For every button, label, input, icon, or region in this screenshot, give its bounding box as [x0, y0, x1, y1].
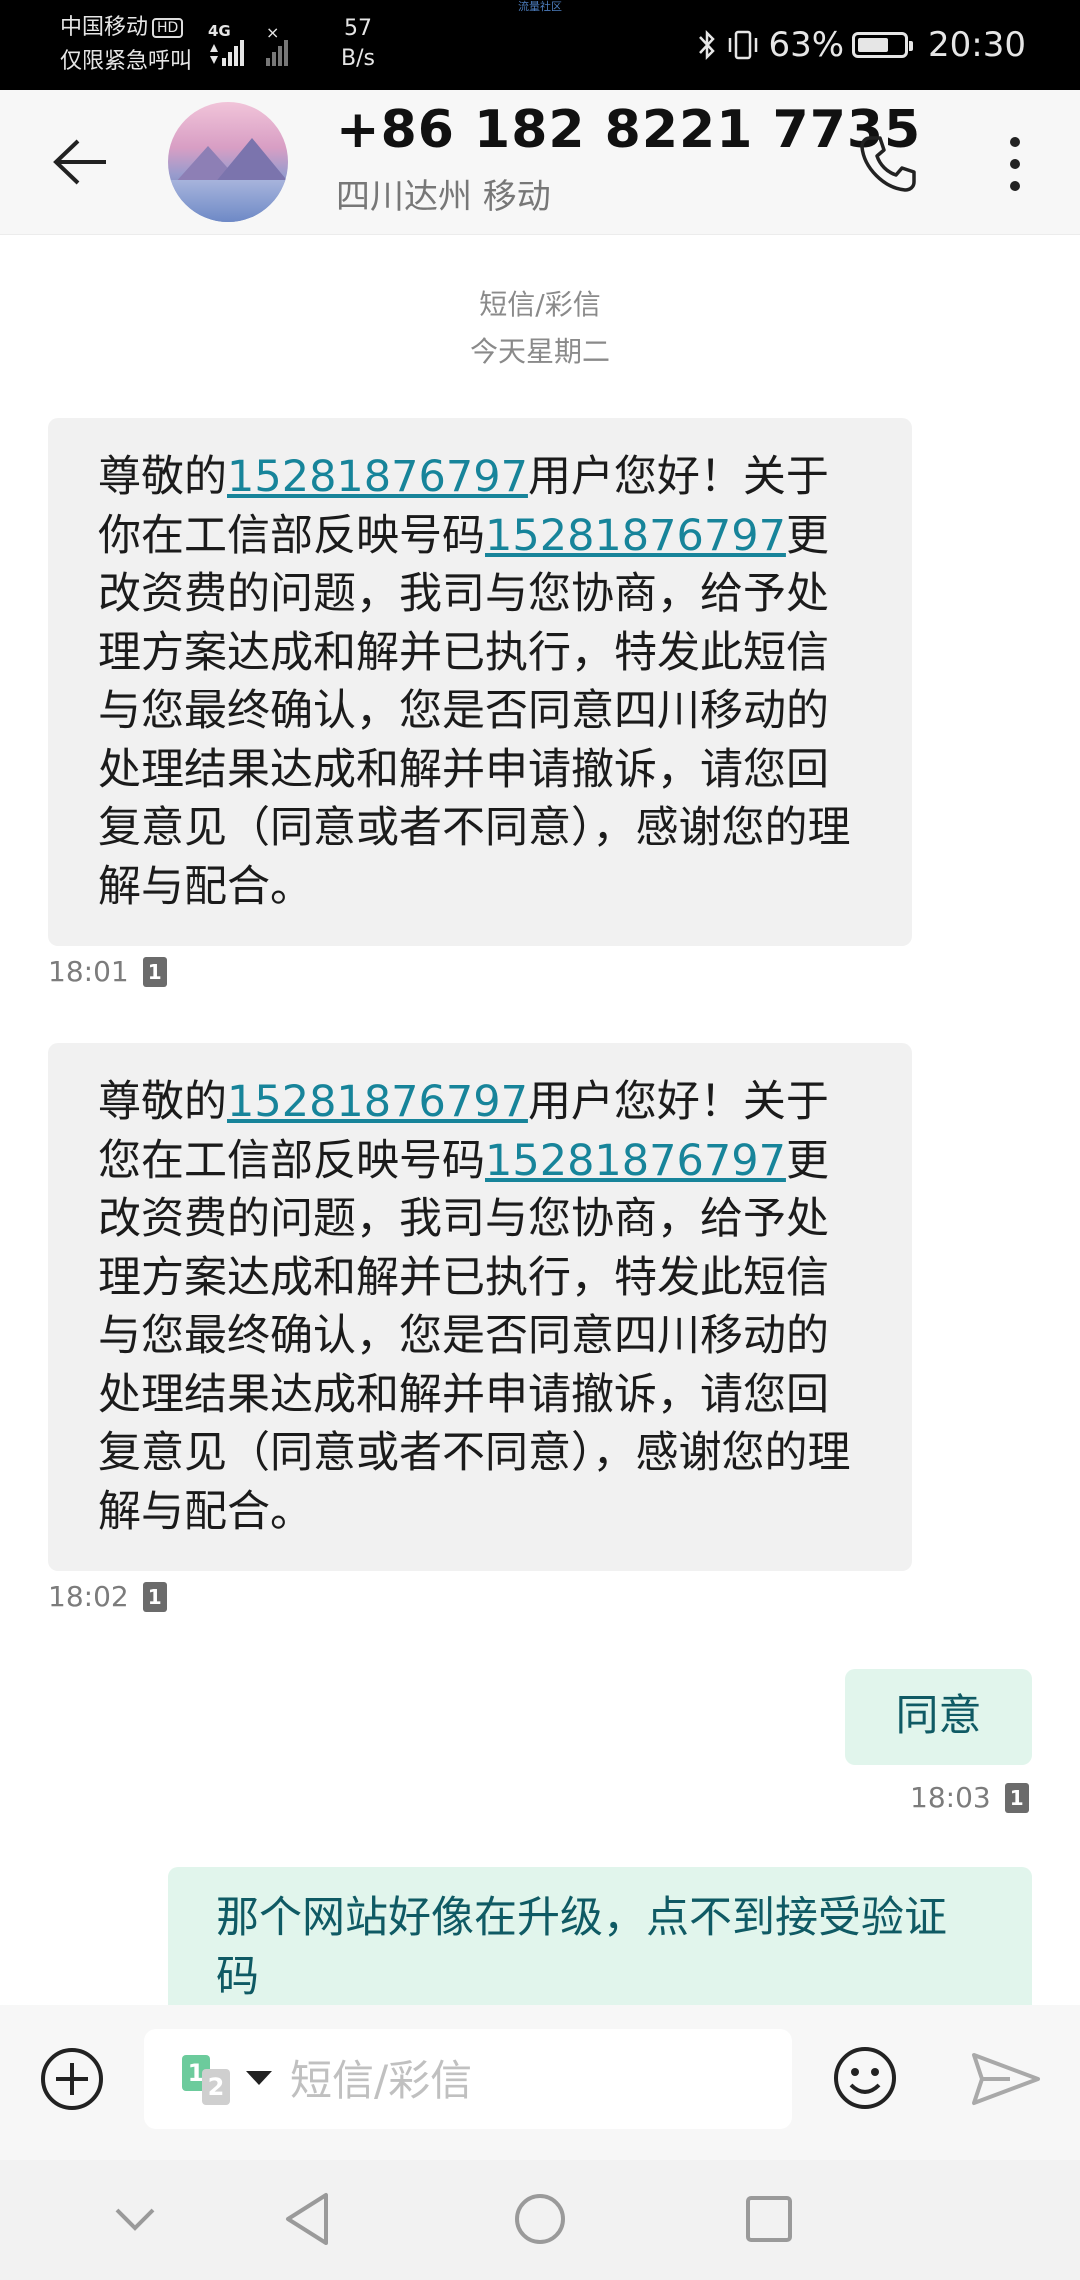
message-text: 更改资费的问题，我司与您协商，给予处理方案达成和解并已执行，特发此短信与您最终确… [98, 1135, 851, 1537]
call-button[interactable] [848, 124, 928, 204]
outgoing-message-bubble[interactable]: 那个网站好像在升级，点不到接受验证码 [168, 1867, 1032, 2005]
message-list[interactable]: 短信/彩信 今天星期二 尊敬的15281876797用户您好！关于你在工信部反映… [0, 235, 1080, 2005]
contact-number: +86 182 8221 7735 [336, 100, 922, 160]
carrier-label: 中国移动 HD [60, 14, 184, 42]
circle-home-icon [515, 2194, 565, 2244]
message-text: 更改资费的问题，我司与您协商，给予处理方案达成和解并已执行，特发此短信与您最终确… [98, 510, 851, 912]
message-meta: 18:02 1 [48, 1580, 167, 1613]
triangle-back-icon [286, 2193, 328, 2245]
contact-location: 四川达州 移动 [336, 177, 551, 217]
phone-icon [860, 136, 916, 192]
phone-number-link[interactable]: 15281876797 [485, 511, 786, 561]
message-type-label: 短信/彩信 [479, 288, 601, 321]
sim-card-icon: 1 [142, 1581, 167, 1612]
dropdown-caret-icon [246, 2071, 272, 2085]
network-type-label: 4G [208, 22, 231, 40]
nav-recents-button[interactable] [734, 2184, 804, 2254]
sim-card-icon: 1 [142, 956, 167, 987]
date-separator: 今天星期二 [469, 335, 610, 368]
speed-unit: B/s [341, 46, 375, 71]
conversation-header: +86 182 8221 7735 四川达州 移动 [0, 90, 1080, 235]
back-button[interactable] [40, 122, 120, 202]
avatar[interactable] [168, 102, 288, 222]
nav-hide-keyboard-button[interactable] [100, 2184, 170, 2254]
nav-home-button[interactable] [505, 2184, 575, 2254]
sim-selector[interactable]: 1 2 [182, 2055, 272, 2105]
clock: 20:30 [928, 25, 1026, 65]
phone-number-link[interactable]: 15281876797 [227, 452, 528, 502]
message-input-box[interactable]: 1 2 [144, 2029, 792, 2131]
top-notice-text: 流量社区 [518, 0, 562, 13]
chevron-down-icon [115, 2208, 155, 2231]
signal-icon: 4G × [208, 22, 288, 66]
message-input[interactable] [288, 2029, 782, 2131]
back-arrow-icon [53, 139, 106, 185]
message-text: 同意 [895, 1691, 982, 1741]
incoming-message-bubble[interactable]: 尊敬的15281876797用户您好！关于你在工信部反映号码1528187679… [48, 418, 912, 946]
emoji-icon[interactable] [830, 2043, 900, 2113]
outgoing-message-bubble[interactable]: 同意 [845, 1669, 1032, 1765]
status-right: 63% 20:30 [696, 20, 1026, 70]
phone-number-link[interactable]: 15281876797 [485, 1136, 786, 1186]
message-time: 18:01 [48, 955, 129, 988]
message-text: 那个网站好像在升级，点不到接受验证码 [216, 1893, 947, 2002]
hd-badge: HD [152, 18, 184, 38]
square-recents-icon [746, 2196, 792, 2242]
sim-2-icon: 2 [202, 2069, 230, 2105]
status-bar: 中国移动 HD 仅限紧急呼叫 4G × 57 B/s 流量社区 63% 20:30 [0, 0, 1080, 90]
carrier-name: 中国移动 [60, 15, 149, 40]
send-icon[interactable] [970, 2049, 1042, 2109]
more-vertical-icon [1010, 137, 1020, 191]
speed-value: 57 [344, 16, 372, 41]
system-navigation-bar [0, 2160, 1080, 2280]
battery-percent: 63% [768, 25, 845, 65]
message-meta: 18:01 1 [48, 955, 167, 988]
battery-icon [852, 32, 914, 58]
emergency-label: 仅限紧急呼叫 [60, 49, 193, 74]
message-time: 18:03 [910, 1781, 991, 1814]
vibrate-icon [729, 30, 758, 60]
message-meta: 18:03 1 [910, 1781, 1029, 1814]
sim-card-icon: 1 [1004, 1782, 1029, 1813]
phone-number-link[interactable]: 15281876797 [227, 1077, 528, 1127]
composer-bar: 1 2 [0, 2005, 1080, 2160]
message-time: 18:02 [48, 1580, 129, 1613]
incoming-message-bubble[interactable]: 尊敬的15281876797用户您好！关于您在工信部反映号码1528187679… [48, 1043, 912, 1571]
nav-back-button[interactable] [272, 2184, 342, 2254]
bluetooth-icon [699, 29, 716, 61]
more-button[interactable] [980, 124, 1050, 204]
message-text: 尊敬的 [98, 452, 227, 502]
svg-text:×: × [266, 23, 279, 42]
add-attachment-icon[interactable] [38, 2045, 106, 2113]
network-speed: 57 B/s [328, 14, 388, 74]
message-text: 尊敬的 [98, 1077, 227, 1127]
